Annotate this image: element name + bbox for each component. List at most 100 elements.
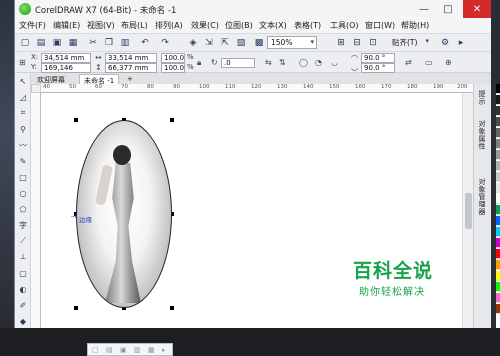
height-field[interactable]: 66,377 mm bbox=[105, 63, 157, 73]
close-button[interactable]: ✕ bbox=[463, 0, 491, 18]
menu-arrange[interactable]: 排列(A) bbox=[155, 20, 183, 31]
scrollbar-thumb[interactable] bbox=[465, 193, 472, 229]
color-swatch[interactable] bbox=[496, 227, 500, 237]
menu-view[interactable]: 视图(V) bbox=[87, 20, 115, 31]
show-grid-icon[interactable]: ⊡ bbox=[367, 37, 379, 49]
mirror-vertical-icon[interactable]: ⇅ bbox=[279, 58, 286, 67]
color-swatch[interactable] bbox=[496, 139, 500, 149]
copy-icon[interactable]: ▢ bbox=[92, 346, 101, 355]
selection-handle[interactable] bbox=[74, 118, 78, 122]
color-swatch[interactable] bbox=[496, 249, 500, 259]
frame-icon[interactable]: ▣ bbox=[120, 346, 129, 355]
docker-tab-hints[interactable]: 提示 bbox=[477, 90, 487, 105]
export-icon[interactable]: ⇱ bbox=[219, 37, 231, 49]
docker-tab-object-properties[interactable]: 对象属性 bbox=[477, 120, 487, 150]
drop-shadow-icon[interactable]: ▢ bbox=[17, 267, 29, 279]
menu-text[interactable]: 文本(X) bbox=[259, 20, 287, 31]
ruler-origin[interactable] bbox=[31, 84, 41, 93]
start-angle-field[interactable]: 90.0 ° bbox=[361, 53, 395, 63]
menu-tools[interactable]: 工具(O) bbox=[330, 20, 359, 31]
text-tool-icon[interactable]: 字 bbox=[17, 219, 29, 231]
y-position-field[interactable]: 169,146 mm bbox=[41, 63, 91, 81]
paste-icon[interactable]: ▥ bbox=[119, 37, 131, 49]
parallel-dimension-icon[interactable]: ⟋ bbox=[17, 235, 29, 247]
color-swatch[interactable] bbox=[496, 304, 500, 314]
vertical-ruler[interactable] bbox=[31, 93, 41, 328]
menu-bitmaps[interactable]: 位图(B) bbox=[225, 20, 253, 31]
color-swatch[interactable] bbox=[496, 106, 500, 116]
ellipse-tool-icon[interactable]: ○ bbox=[17, 187, 29, 199]
publish-pdf-icon[interactable]: ▧ bbox=[235, 37, 247, 49]
undo-icon[interactable]: ↶ bbox=[139, 37, 151, 49]
menu-edit[interactable]: 编辑(E) bbox=[53, 20, 80, 31]
color-swatch[interactable] bbox=[496, 282, 500, 292]
snap-to-dropdown[interactable]: 贴齐(T) ▾ bbox=[389, 36, 431, 49]
full-screen-icon[interactable]: ⊞ bbox=[335, 37, 347, 49]
print-icon[interactable]: ▦ bbox=[67, 37, 79, 49]
menu-help[interactable]: 帮助(H) bbox=[401, 20, 429, 31]
extract-icon[interactable]: ▥ bbox=[134, 346, 143, 355]
docker-tab-object-manager[interactable]: 对象管理器 bbox=[477, 178, 487, 216]
rotation-angle-field[interactable]: .0 bbox=[221, 58, 255, 68]
color-swatch[interactable] bbox=[496, 84, 500, 94]
x-position-field[interactable]: 34,514 mm bbox=[41, 53, 91, 63]
vertical-scrollbar[interactable] bbox=[462, 93, 473, 328]
convert-to-curves-icon[interactable]: ⊕ bbox=[445, 58, 452, 67]
lock-icon[interactable]: ▦ bbox=[148, 346, 157, 355]
direction-toggle-icon[interactable]: ⇄ bbox=[405, 58, 412, 67]
color-swatch[interactable] bbox=[496, 150, 500, 160]
launch-icon[interactable]: ▸ bbox=[455, 37, 467, 49]
eyedropper-icon[interactable]: ✐ bbox=[17, 299, 29, 311]
color-swatch[interactable] bbox=[496, 216, 500, 226]
interactive-fill-icon[interactable]: ◆ bbox=[17, 315, 29, 327]
tab-add-icon[interactable]: + bbox=[123, 74, 137, 84]
outline-width-icon[interactable]: ▭ bbox=[425, 58, 433, 67]
menu-table[interactable]: 表格(T) bbox=[294, 20, 321, 31]
restore-button[interactable]: □ bbox=[437, 0, 459, 18]
color-swatch[interactable] bbox=[496, 128, 500, 138]
selection-handle[interactable] bbox=[74, 306, 78, 310]
pie-mode-icon[interactable]: ◔ bbox=[315, 58, 322, 67]
color-swatch[interactable] bbox=[496, 117, 500, 127]
crop-tool-icon[interactable]: ⌗ bbox=[17, 107, 29, 119]
copy-icon[interactable]: ❐ bbox=[103, 37, 115, 49]
options-gear-icon[interactable]: ⚙ bbox=[439, 37, 451, 49]
zoom-level-select[interactable]: 150% ▾ bbox=[267, 36, 317, 49]
edit-icon[interactable]: ▤ bbox=[106, 346, 115, 355]
menu-window[interactable]: 窗口(W) bbox=[365, 20, 395, 31]
app-launcher-icon[interactable]: ▩ bbox=[253, 37, 265, 49]
search-content-icon[interactable]: ◈ bbox=[187, 37, 199, 49]
transparency-tool-icon[interactable]: ◐ bbox=[17, 283, 29, 295]
color-swatch[interactable] bbox=[496, 238, 500, 248]
new-document-icon[interactable]: ▢ bbox=[19, 37, 31, 49]
menu-effects[interactable]: 效果(C) bbox=[191, 20, 219, 31]
color-swatch[interactable] bbox=[496, 183, 500, 193]
cut-icon[interactable]: ✂ bbox=[87, 37, 99, 49]
width-field[interactable]: 33,514 mm bbox=[105, 53, 157, 63]
object-origin-icon[interactable]: ⊞ bbox=[19, 58, 26, 67]
tab-welcome-screen[interactable]: 欢迎屏幕 bbox=[33, 74, 69, 84]
lock-ratio-icon[interactable]: 🔒︎ bbox=[197, 58, 201, 68]
scale-height-field[interactable]: 100.0 bbox=[161, 63, 185, 73]
color-swatch[interactable] bbox=[496, 271, 500, 281]
zoom-tool-icon[interactable]: ⚲ bbox=[17, 123, 29, 135]
color-swatch[interactable] bbox=[496, 260, 500, 270]
color-swatch[interactable] bbox=[496, 172, 500, 182]
minimize-button[interactable]: — bbox=[413, 0, 435, 18]
redo-icon[interactable]: ↷ bbox=[159, 37, 171, 49]
pick-tool-icon[interactable]: ↖ bbox=[17, 75, 29, 87]
scale-width-field[interactable]: 100.0 bbox=[161, 53, 185, 63]
selection-handle[interactable] bbox=[170, 118, 174, 122]
shape-tool-icon[interactable]: ◿ bbox=[17, 91, 29, 103]
mirror-horizontal-icon[interactable]: ⇆ bbox=[265, 58, 272, 67]
ellipse-mode-icon[interactable]: ◯ bbox=[299, 58, 308, 67]
horizontal-ruler[interactable]: 40 50 60 70 80 90 100 110 120 130 140 15… bbox=[41, 84, 473, 93]
polygon-tool-icon[interactable]: ⬠ bbox=[17, 203, 29, 215]
color-swatch[interactable] bbox=[496, 194, 500, 204]
color-swatch[interactable] bbox=[496, 293, 500, 303]
menu-layout[interactable]: 布局(L) bbox=[121, 20, 148, 31]
color-swatch[interactable] bbox=[496, 161, 500, 171]
connector-tool-icon[interactable]: ⟂ bbox=[17, 251, 29, 263]
tab-untitled-1[interactable]: 未命名 -1 bbox=[79, 74, 120, 85]
color-swatch[interactable] bbox=[496, 205, 500, 215]
